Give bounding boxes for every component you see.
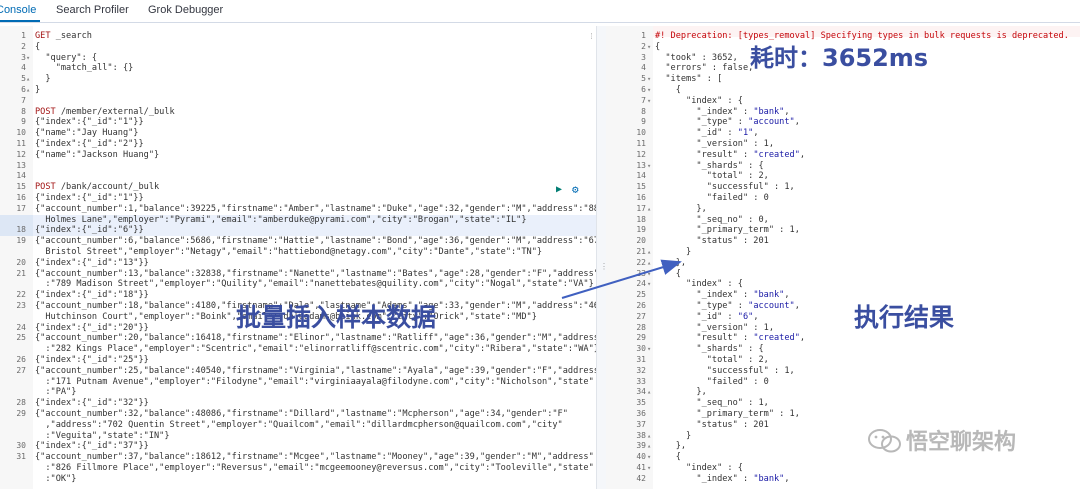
bulk-insert-annotation: 批量插入样本数据 (236, 303, 437, 332)
watermark-text: 悟空聊架构 (906, 430, 1017, 455)
result-annotation: 执行结果 (854, 303, 955, 332)
took-time-annotation: 耗时：3652ms (750, 44, 929, 72)
wechat-icon (868, 429, 901, 453)
arrow-annotation (561, 259, 682, 299)
